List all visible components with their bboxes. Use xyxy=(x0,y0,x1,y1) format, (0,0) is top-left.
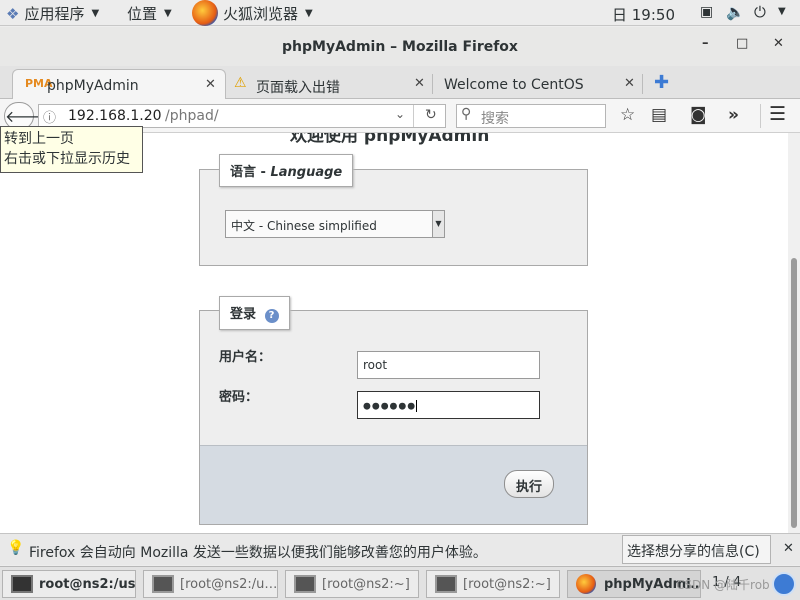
power-icon[interactable]: ⏻ xyxy=(754,3,766,21)
tab-page-load-error[interactable]: ⚠ 页面载入出错 ✕ xyxy=(230,69,430,99)
scrollbar-thumb[interactable] xyxy=(791,258,797,528)
page-content: 欢迎使用 phpMyAdmin 语言 - Language 中文 - Chine… xyxy=(0,133,800,533)
language-legend: 语言 - Language xyxy=(219,154,354,187)
close-tab-icon[interactable]: ✕ xyxy=(414,76,425,91)
taskbar-item-terminal-4[interactable]: [root@ns2:~] xyxy=(426,570,560,598)
tooltip-line-1: 转到上一页 xyxy=(4,131,74,147)
terminal-icon xyxy=(11,575,33,593)
taskbar-item-label: [root@ns2:/u… xyxy=(180,577,278,592)
close-tab-icon[interactable]: ✕ xyxy=(205,77,216,92)
screen-icon[interactable]: ▣ xyxy=(700,4,713,20)
search-input[interactable]: ⚲ 搜索 xyxy=(456,104,606,128)
tab-separator xyxy=(432,74,433,94)
terminal-icon xyxy=(152,575,174,593)
url-path: /phpad/ xyxy=(165,108,219,124)
notification-text: Firefox 会自动向 Mozilla 发送一些数据以便我们能够改善您的用户体… xyxy=(29,545,487,561)
applications-label: 应用程序 xyxy=(24,5,85,23)
apps-icon: ❖ xyxy=(6,4,20,23)
tab-bar: PMA phpMyAdmin ✕ ⚠ 页面载入出错 ✕ Welcome to C… xyxy=(0,66,800,99)
firefox-icon xyxy=(576,574,596,594)
password-value: ●●●●●● xyxy=(363,401,417,412)
bookmark-star-icon[interactable]: ☆ xyxy=(620,105,635,125)
text-cursor xyxy=(416,400,418,412)
taskbar: root@ns2:/us… [root@ns2:/u… [root@ns2:~]… xyxy=(0,566,800,600)
volume-icon[interactable]: 🔈 xyxy=(726,3,745,21)
help-icon[interactable]: ? xyxy=(264,309,279,323)
gnome-top-bar: ❖ 应用程序 ▼ 位置 ▼ 火狐浏览器 ▼ 日 19:50 ▣ 🔈 ⏻ ▼ xyxy=(0,0,800,26)
chevron-down-icon: ▼ xyxy=(164,8,172,19)
chevron-down-icon: ▼ xyxy=(305,7,313,19)
firefox-icon xyxy=(192,0,218,26)
select-arrow-icon: ▼ xyxy=(432,211,444,237)
notification-badge-icon[interactable] xyxy=(772,572,796,596)
close-tab-icon[interactable]: ✕ xyxy=(624,76,635,91)
go-button[interactable]: 执行 xyxy=(504,470,554,498)
chevron-down-icon[interactable]: ▼ xyxy=(778,6,786,17)
hamburger-menu-icon[interactable]: ☰ xyxy=(769,103,786,125)
taskbar-item-terminal-2[interactable]: [root@ns2:/u… xyxy=(143,570,278,598)
new-tab-plus-icon[interactable]: ✚ xyxy=(654,72,669,93)
taskbar-item-terminal-3[interactable]: [root@ns2:~] xyxy=(285,570,419,598)
warning-icon: ⚠ xyxy=(234,75,247,91)
window-title: phpMyAdmin – Mozilla Firefox xyxy=(282,39,518,55)
tab-label: 页面载入出错 xyxy=(256,80,340,96)
chevron-down-icon[interactable]: ⌄ xyxy=(395,107,405,121)
places-menu[interactable]: 位置 ▼ xyxy=(127,3,172,24)
username-input[interactable]: root xyxy=(357,351,540,379)
minimize-button[interactable]: – xyxy=(702,36,709,51)
taskbar-item-label: root@ns2:/us… xyxy=(39,577,136,592)
divider xyxy=(760,104,761,128)
applications-menu[interactable]: ❖ 应用程序 ▼ xyxy=(6,3,99,24)
watermark: CSDN @陆千rob xyxy=(676,578,770,592)
url-host: 192.168.1.20 xyxy=(68,108,162,124)
lightbulb-icon: 💡 xyxy=(7,540,25,556)
tooltip-line-2: 右击或下拉显示历史 xyxy=(4,151,130,167)
tab-separator xyxy=(642,74,643,94)
chevron-down-icon: ▼ xyxy=(91,8,100,19)
language-select[interactable]: 中文 - Chinese simplified ▼ xyxy=(225,210,445,238)
language-selected-value: 中文 - Chinese simplified xyxy=(231,219,377,233)
url-bar[interactable]: ⓘ 192.168.1.20 /phpad/ ⌄ ↻ xyxy=(38,104,446,128)
password-label: 密码： xyxy=(219,390,259,405)
tab-label: Welcome to CentOS xyxy=(444,77,584,93)
taskbar-item-label: [root@ns2:~] xyxy=(463,577,551,592)
search-placeholder: 搜索 xyxy=(481,111,509,127)
places-label: 位置 xyxy=(127,5,158,23)
tab-welcome-centos[interactable]: Welcome to CentOS ✕ xyxy=(436,69,640,99)
terminal-icon xyxy=(294,575,316,593)
login-legend-label: 登录 xyxy=(230,307,257,322)
tab-label: phpMyAdmin xyxy=(47,78,139,94)
divider xyxy=(413,105,414,127)
reload-icon[interactable]: ↻ xyxy=(425,107,437,123)
notification-bar: 💡 Firefox 会自动向 Mozilla 发送一些数据以便我们能够改善您的用… xyxy=(0,533,800,565)
info-icon[interactable]: ⓘ xyxy=(43,107,56,126)
taskbar-item-label: [root@ns2:~] xyxy=(322,577,410,592)
language-legend-en: Language xyxy=(270,165,343,180)
pocket-icon[interactable]: ◙ xyxy=(690,105,707,125)
close-notification-icon[interactable]: ✕ xyxy=(783,541,794,556)
back-button-tooltip: 转到上一页 右击或下拉显示历史 xyxy=(0,126,143,173)
reading-list-icon[interactable]: ▤ xyxy=(651,105,667,125)
firefox-app-menu[interactable]: 火狐浏览器 ▼ xyxy=(192,0,313,26)
taskbar-item-terminal-1[interactable]: root@ns2:/us… xyxy=(2,570,136,598)
tab-phpmyadmin[interactable]: PMA phpMyAdmin ✕ xyxy=(12,69,226,99)
overflow-chevron-icon[interactable]: » xyxy=(728,105,739,125)
search-icon: ⚲ xyxy=(461,106,472,122)
window-title-bar[interactable]: phpMyAdmin – Mozilla Firefox – □ ✕ xyxy=(0,27,800,66)
close-window-button[interactable]: ✕ xyxy=(773,36,784,51)
maximize-button[interactable]: □ xyxy=(736,36,748,51)
clock[interactable]: 日 19:50 xyxy=(612,4,675,25)
password-input[interactable]: ●●●●●● xyxy=(357,391,540,419)
terminal-icon xyxy=(435,575,457,593)
language-legend-cn: 语言 - xyxy=(230,165,271,180)
firefox-app-label: 火狐浏览器 xyxy=(223,4,299,23)
username-label: 用户名： xyxy=(219,350,272,365)
page-title: 欢迎使用 phpMyAdmin xyxy=(290,133,490,146)
choose-share-button[interactable]: 选择想分享的信息(C) xyxy=(622,535,771,564)
username-value: root xyxy=(363,358,388,372)
login-legend: 登录 ? xyxy=(219,296,290,330)
